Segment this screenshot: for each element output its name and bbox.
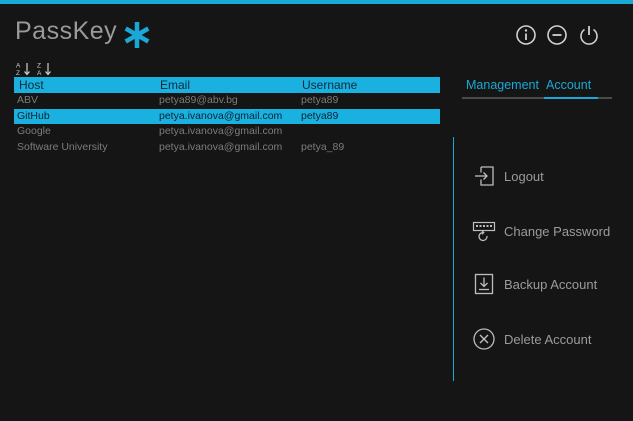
column-header-host[interactable]: Host xyxy=(19,78,44,92)
delete-account-button[interactable]: Delete Account xyxy=(472,327,622,353)
sort-ascending-icon[interactable]: A Z xyxy=(16,61,32,76)
cell-username: petya89 xyxy=(301,94,339,106)
cell-email: petya.ivanova@gmail.com xyxy=(159,125,283,138)
cell-username: petya_89 xyxy=(301,140,345,153)
backup-account-label: Backup Account xyxy=(504,277,598,292)
sort-descending-icon[interactable]: Z A xyxy=(37,61,53,76)
tab-bar: Management Account xyxy=(462,77,612,99)
cell-email: petya89@abv.bg xyxy=(159,94,238,106)
delete-icon xyxy=(473,328,495,350)
svg-text:A: A xyxy=(37,70,42,76)
tab-account[interactable]: Account xyxy=(546,78,591,92)
keyboard-icon xyxy=(472,221,496,242)
cell-host: Google xyxy=(17,125,51,138)
cell-email: petya.ivanova@gmail.com xyxy=(159,109,283,122)
power-icon[interactable] xyxy=(578,24,600,46)
column-header-username[interactable]: Username xyxy=(302,78,357,92)
cell-host: Software University xyxy=(17,140,108,153)
cell-host: ABV xyxy=(17,94,39,106)
tab-active-indicator xyxy=(544,97,598,99)
table-row[interactable]: Google petya.ivanova@gmail.com xyxy=(14,124,440,140)
asterisk-logo-icon xyxy=(124,22,150,48)
logout-icon xyxy=(475,166,494,186)
logout-label: Logout xyxy=(504,169,544,184)
panel-divider xyxy=(453,137,454,381)
table-header: Host Email Username xyxy=(14,77,440,93)
cell-email: petya.ivanova@gmail.com xyxy=(159,140,283,153)
download-icon xyxy=(474,273,494,295)
app-title: PassKey xyxy=(15,17,118,45)
change-password-button[interactable]: Change Password xyxy=(472,219,622,245)
svg-text:Z: Z xyxy=(37,63,41,70)
backup-account-button[interactable]: Backup Account xyxy=(472,272,622,298)
svg-text:Z: Z xyxy=(16,70,20,76)
table-row[interactable]: ABV petya89@abv.bg petya89 xyxy=(14,93,440,109)
top-accent-bar xyxy=(0,0,633,4)
svg-text:A: A xyxy=(16,63,21,70)
accounts-table: Host Email Username ABV petya89@abv.bg p… xyxy=(14,77,440,155)
change-password-label: Change Password xyxy=(504,224,611,239)
column-header-email[interactable]: Email xyxy=(160,78,190,92)
info-icon[interactable] xyxy=(515,24,537,46)
tab-management[interactable]: Management xyxy=(466,78,539,92)
cell-username: petya89 xyxy=(301,109,339,122)
table-row[interactable]: Software University petya.ivanova@gmail.… xyxy=(14,140,440,156)
cell-host: GitHub xyxy=(17,109,50,122)
table-row-selected[interactable]: GitHub petya.ivanova@gmail.com petya89 xyxy=(14,108,440,125)
minimize-icon[interactable] xyxy=(546,24,568,46)
logout-button[interactable]: Logout xyxy=(472,164,622,190)
delete-account-label: Delete Account xyxy=(504,332,592,347)
